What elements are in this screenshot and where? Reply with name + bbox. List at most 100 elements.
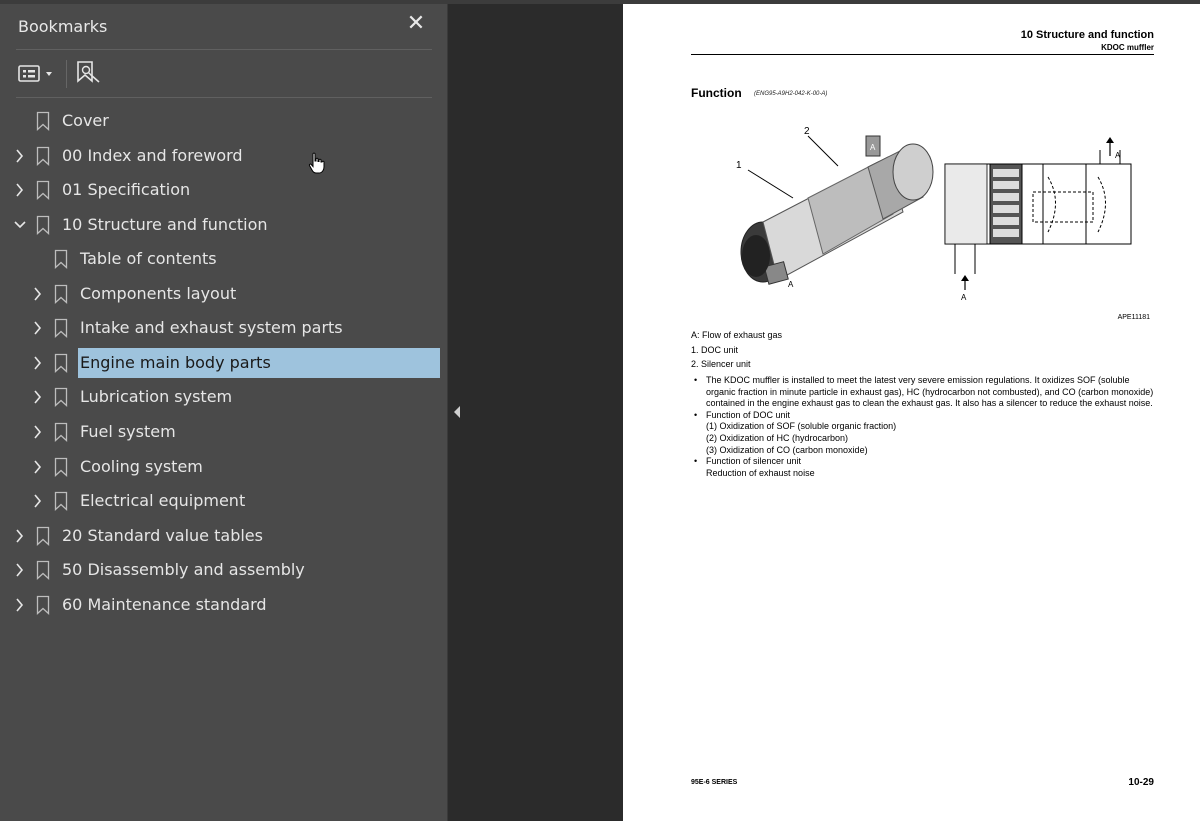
bookmark-item-cooling-system[interactable]: Cooling system xyxy=(0,452,430,482)
bookmark-label: Lubrication system xyxy=(80,387,233,407)
bullet-line: (3) Oxidization of CO (carbon monoxide) xyxy=(706,444,868,455)
chevron-right-icon[interactable] xyxy=(13,596,27,614)
bookmark-label: 10 Structure and function xyxy=(62,214,268,234)
bookmark-icon xyxy=(54,353,68,373)
bookmarks-panel: Bookmarks ✕ Cover 00 Index and foreword … xyxy=(0,4,448,821)
bookmark-label: Electrical equipment xyxy=(80,491,246,511)
bookmark-icon xyxy=(54,284,68,304)
figure-label-a-top: A xyxy=(870,143,876,152)
bookmark-item-components-layout[interactable]: Components layout xyxy=(0,279,430,309)
collapse-panel-handle[interactable] xyxy=(450,400,464,424)
bookmark-label: 20 Standard value tables xyxy=(62,525,263,545)
close-icon[interactable]: ✕ xyxy=(404,12,428,36)
chevron-right-icon[interactable] xyxy=(13,561,27,579)
bookmark-item-20-standard-value-tables[interactable]: 20 Standard value tables xyxy=(0,521,430,551)
bookmark-item-fuel-system[interactable]: Fuel system xyxy=(0,417,430,447)
bookmark-label: 60 Maintenance standard xyxy=(62,594,267,614)
bullet-dot: • xyxy=(694,409,698,420)
bookmarks-header: Bookmarks ✕ xyxy=(0,4,447,48)
bookmark-item-intake-and-exhaust-system-parts[interactable]: Intake and exhaust system parts xyxy=(0,313,430,343)
page-number: 10-29 xyxy=(1128,777,1154,788)
bookmark-icon xyxy=(54,250,68,270)
bullet-line: (2) Oxidization of HC (hydrocarbon) xyxy=(706,432,849,443)
chevron-right-icon[interactable] xyxy=(31,319,45,337)
figure-label-1: 1 xyxy=(736,160,742,171)
bullet-dot: • xyxy=(694,375,698,385)
legend-flow: A: Flow of exhaust gas xyxy=(691,330,783,340)
chevron-down-icon[interactable] xyxy=(13,216,27,234)
bullet-line: Function of DOC unit xyxy=(706,409,791,420)
toolbar-divider xyxy=(66,60,67,88)
bookmark-item-10-structure-and-function[interactable]: 10 Structure and function xyxy=(0,210,430,240)
chevron-right-icon[interactable] xyxy=(31,423,45,441)
chevron-right-icon[interactable] xyxy=(31,492,45,510)
bookmark-item-table-of-contents[interactable]: Table of contents xyxy=(0,244,430,274)
bookmarks-title: Bookmarks xyxy=(18,17,108,36)
chevron-right-icon[interactable] xyxy=(31,458,45,476)
chevron-right-icon[interactable] xyxy=(31,285,45,303)
bookmark-label: 50 Disassembly and assembly xyxy=(62,560,305,580)
bookmark-icon xyxy=(36,111,50,131)
document-page: 10 Structure and function KDOC muffler F… xyxy=(623,4,1200,821)
figure-id: APE11181 xyxy=(1117,314,1150,321)
section-code: (ENG95-A9H2-042-K-00-A) xyxy=(754,91,828,97)
find-bookmark-button[interactable] xyxy=(74,59,102,87)
page-header-subtitle: KDOC muffler xyxy=(1101,43,1154,52)
bookmark-label: Intake and exhaust system parts xyxy=(80,318,343,338)
bookmark-icon xyxy=(36,146,50,166)
bookmark-label: Engine main body parts xyxy=(80,352,271,372)
bookmark-item-electrical-equipment[interactable]: Electrical equipment xyxy=(0,486,430,516)
bookmark-options-button[interactable] xyxy=(18,62,58,86)
bullet-line: The KDOC muffler is installed to meet th… xyxy=(706,375,1154,409)
header-rule xyxy=(691,54,1154,55)
list-options-icon xyxy=(18,65,52,82)
bullet-line: (1) Oxidization of SOF (soluble organic … xyxy=(706,421,897,432)
bookmark-icon xyxy=(54,388,68,408)
bookmark-icon xyxy=(54,319,68,339)
function-bullets: • The KDOC muffler is installed to meet t… xyxy=(691,375,1161,479)
legend-doc-unit: 1. DOC unit xyxy=(691,345,739,355)
bookmark-item-lubrication-system[interactable]: Lubrication system xyxy=(0,382,430,412)
bookmark-label: 01 Specification xyxy=(62,180,191,200)
bookmark-icon xyxy=(36,526,50,546)
bullet-item: • The KDOC muffler is installed to meet t… xyxy=(691,375,1161,410)
collapse-arrow-icon xyxy=(454,406,460,418)
toolbar-divider-bottom xyxy=(16,97,432,98)
bookmark-icon xyxy=(36,215,50,235)
bullet-line: Function of silencer unit xyxy=(706,456,802,467)
kdoc-muffler-figure: 1 2 A A A A xyxy=(736,126,1132,302)
bookmark-label: Cover xyxy=(62,111,109,130)
bookmark-label: Table of contents xyxy=(80,249,217,269)
bullet-line: Reduction of exhaust noise xyxy=(706,467,815,478)
bookmark-icon xyxy=(36,180,50,201)
bookmark-item-50-disassembly-and-assembly[interactable]: 50 Disassembly and assembly xyxy=(0,555,430,585)
chevron-right-icon[interactable] xyxy=(13,147,27,165)
schematic-label-a-bottom: A xyxy=(961,293,967,302)
bookmark-item-engine-main-body-parts[interactable]: Engine main body parts xyxy=(0,347,440,378)
bookmark-label: Fuel system xyxy=(80,421,176,441)
footer-series: 95E-6 SERIES xyxy=(691,779,738,786)
bullet-item: • Function of DOC unit (1) Oxidization of … xyxy=(691,410,1161,456)
bookmark-icon xyxy=(54,422,68,442)
header-divider xyxy=(16,49,432,50)
bookmark-item-cover[interactable]: Cover xyxy=(0,106,430,136)
bookmark-item-01-specification[interactable]: 01 Specification xyxy=(0,175,430,205)
flow-schematic: A A xyxy=(944,137,1132,302)
bookmark-icon xyxy=(54,457,68,477)
bullet-dot: • xyxy=(694,456,698,467)
legend-silencer-unit: 2. Silencer unit xyxy=(691,359,751,369)
schematic-label-a-top: A xyxy=(1115,151,1121,160)
figure-label-2: 2 xyxy=(804,126,810,137)
hand-cursor-icon xyxy=(308,152,325,174)
chevron-right-icon[interactable] xyxy=(13,181,27,199)
bookmark-icon xyxy=(54,491,68,512)
chevron-right-icon[interactable] xyxy=(13,527,27,545)
chevron-right-icon[interactable] xyxy=(31,354,45,372)
chevron-right-icon[interactable] xyxy=(31,388,45,406)
bookmark-item-00-index-and-foreword[interactable]: 00 Index and foreword xyxy=(0,141,430,171)
bookmark-item-60-maintenance-standard[interactable]: 60 Maintenance standard xyxy=(0,590,430,620)
bullet-item: • Function of silencer unit Reduction of e… xyxy=(691,456,1161,479)
section-title: Function xyxy=(691,86,742,100)
find-bookmark-icon xyxy=(77,61,100,83)
bookmark-label: Cooling system xyxy=(80,456,203,476)
